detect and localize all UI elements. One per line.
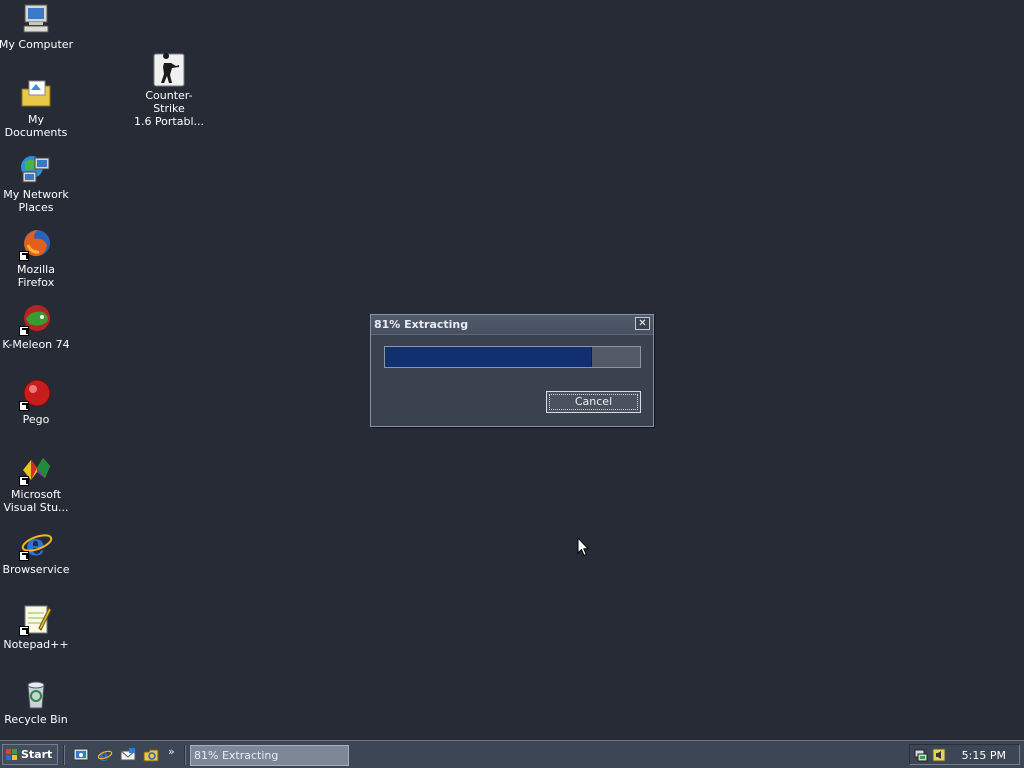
recycle-bin-icon bbox=[19, 677, 53, 711]
dialog-title: 81% Extracting bbox=[374, 318, 469, 331]
shortcut-arrow-icon bbox=[19, 626, 29, 636]
internet-explorer-icon: e bbox=[97, 747, 113, 763]
desktop-icon-label: Mozilla Firefox bbox=[17, 263, 55, 289]
taskbar-separator bbox=[63, 745, 65, 765]
desktop-icon-my-computer[interactable]: My Computer bbox=[0, 2, 74, 51]
desktop-icon-label: K-Meleon 74 bbox=[2, 338, 70, 351]
taskbar: Start e » 81% Extracting 5:15 PM bbox=[0, 740, 1024, 768]
desktop-icon-counter-strike[interactable]: Counter-Strike 1.6 Portabl... bbox=[131, 53, 207, 128]
desktop-icon-notepad-plus-plus[interactable]: Notepad++ bbox=[0, 602, 74, 651]
close-icon: ✕ bbox=[638, 318, 647, 329]
progress-fill bbox=[385, 347, 592, 367]
desktop-icon-label: Microsoft Visual Stu... bbox=[3, 488, 69, 514]
my-computer-icon bbox=[19, 2, 53, 36]
start-label: Start bbox=[21, 748, 53, 761]
network-icon[interactable] bbox=[914, 748, 928, 762]
desktop-icon-mozilla-firefox[interactable]: Mozilla Firefox bbox=[0, 227, 74, 289]
pego-icon bbox=[19, 377, 53, 411]
desktop-icon-browservice[interactable]: e Browservice bbox=[0, 527, 74, 576]
show-desktop-icon bbox=[73, 748, 89, 761]
taskbar-button-extracting[interactable]: 81% Extracting bbox=[190, 745, 349, 766]
shortcut-arrow-icon bbox=[19, 251, 29, 261]
quicklaunch-internet-explorer[interactable]: e bbox=[97, 747, 113, 763]
start-button[interactable]: Start bbox=[2, 744, 58, 765]
system-tray: 5:15 PM bbox=[909, 744, 1020, 765]
windows-logo-icon bbox=[6, 749, 17, 760]
quicklaunch-explorer[interactable] bbox=[143, 747, 159, 763]
desktop-icon-label: Recycle Bin bbox=[4, 713, 68, 726]
extracting-dialog[interactable]: 81% Extracting ✕ Cancel bbox=[370, 314, 654, 427]
desktop-icon-my-network-places[interactable]: My Network Places bbox=[0, 152, 74, 214]
desktop-icon-label: Browservice bbox=[2, 563, 70, 576]
quicklaunch-more-button[interactable]: » bbox=[168, 746, 175, 758]
desktop-icon-label: Notepad++ bbox=[3, 638, 69, 651]
my-documents-icon bbox=[19, 77, 53, 111]
extract-progress-bar bbox=[384, 346, 641, 368]
counter-strike-icon bbox=[152, 53, 186, 87]
mouse-cursor-icon bbox=[577, 537, 589, 557]
quicklaunch-outlook-express[interactable] bbox=[120, 747, 136, 763]
close-button[interactable]: ✕ bbox=[635, 317, 650, 330]
quicklaunch-show-desktop[interactable] bbox=[73, 747, 89, 763]
k-meleon-icon bbox=[19, 302, 53, 336]
desktop: My Computer My Documents My Network Plac… bbox=[0, 0, 1024, 740]
desktop-icon-pego[interactable]: Pego bbox=[0, 377, 74, 426]
desktop-icon-label: My Network Places bbox=[3, 188, 69, 214]
explorer-icon bbox=[143, 749, 159, 762]
notepad-plus-plus-icon bbox=[19, 602, 53, 636]
outlook-express-icon bbox=[120, 748, 136, 761]
desktop-icon-label: Counter-Strike 1.6 Portabl... bbox=[133, 89, 205, 128]
desktop-icon-label: Pego bbox=[22, 413, 50, 426]
my-network-places-icon bbox=[19, 152, 53, 186]
cancel-button[interactable]: Cancel bbox=[546, 391, 641, 413]
desktop-icon-k-meleon[interactable]: K-Meleon 74 bbox=[0, 302, 74, 351]
desktop-icon-recycle-bin[interactable]: Recycle Bin bbox=[0, 677, 74, 726]
svg-text:e: e bbox=[99, 747, 109, 763]
desktop-icon-label: My Documents bbox=[4, 113, 68, 139]
visual-studio-icon bbox=[19, 452, 53, 486]
firefox-icon bbox=[19, 227, 53, 261]
shortcut-arrow-icon bbox=[19, 326, 29, 336]
shortcut-arrow-icon bbox=[19, 401, 29, 411]
desktop-icon-my-documents[interactable]: My Documents bbox=[0, 77, 74, 139]
volume-icon[interactable] bbox=[932, 748, 946, 762]
dialog-titlebar[interactable]: 81% Extracting ✕ bbox=[371, 315, 653, 335]
desktop-icon-label: My Computer bbox=[0, 38, 74, 51]
desktop-icon-visual-studio[interactable]: Microsoft Visual Stu... bbox=[0, 452, 74, 514]
taskbar-separator bbox=[184, 745, 186, 765]
internet-explorer-icon: e bbox=[19, 527, 53, 561]
clock[interactable]: 5:15 PM bbox=[962, 749, 1006, 762]
shortcut-arrow-icon bbox=[19, 551, 29, 561]
shortcut-arrow-icon bbox=[19, 476, 29, 486]
